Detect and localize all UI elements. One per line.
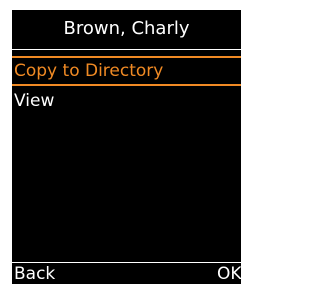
menu-item-view[interactable]: View — [12, 86, 241, 116]
back-softkey[interactable]: Back — [14, 263, 55, 284]
phone-display: Brown, Charly Copy to Directory View Bac… — [12, 10, 241, 284]
ok-softkey[interactable]: OK — [217, 263, 241, 284]
options-menu: Copy to Directory View — [12, 56, 241, 116]
softkey-bar: Back OK — [12, 262, 241, 284]
title-divider — [12, 49, 241, 50]
contact-title: Brown, Charly — [63, 17, 190, 39]
menu-item-copy-to-directory[interactable]: Copy to Directory — [12, 56, 241, 86]
